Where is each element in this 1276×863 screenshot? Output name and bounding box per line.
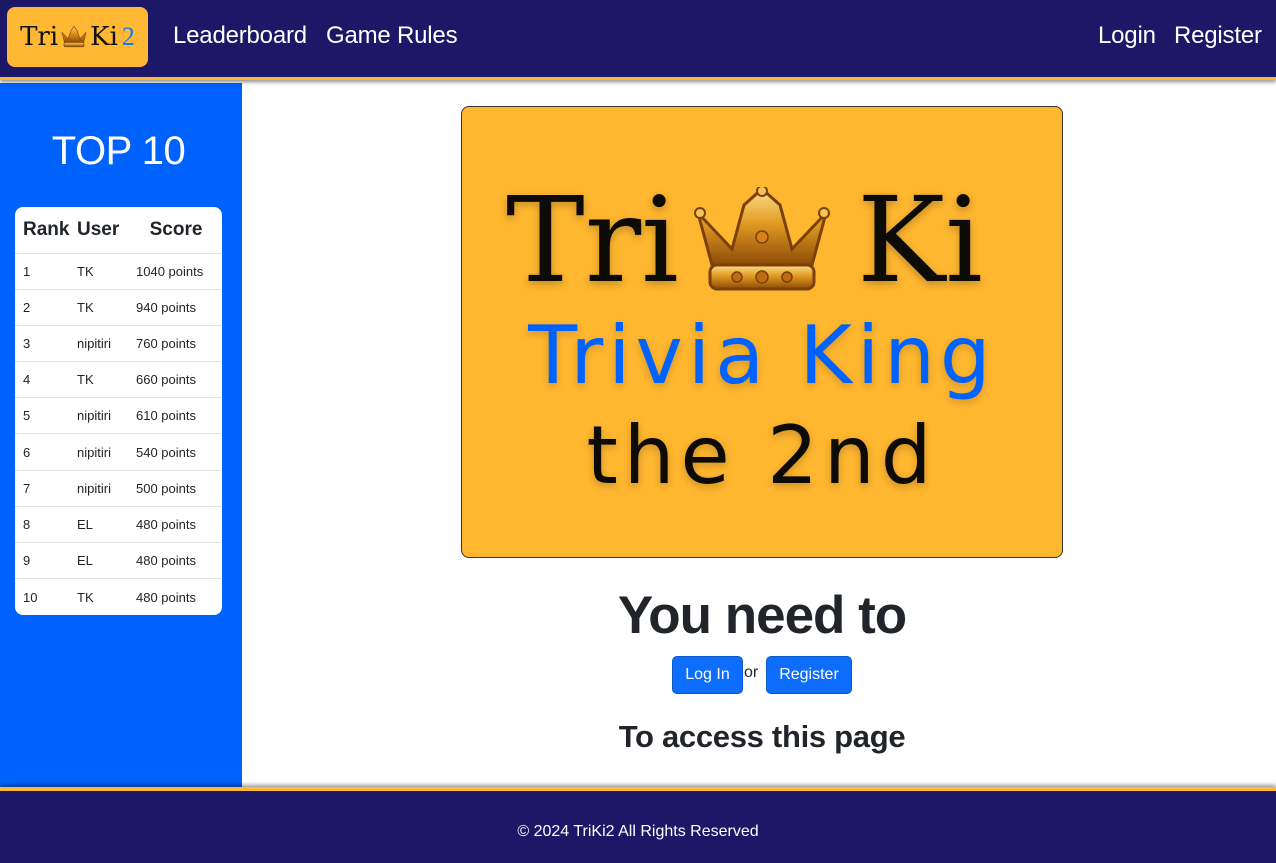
nav-login-link[interactable]: Login	[1098, 22, 1156, 50]
score-cell: 940 points	[136, 289, 222, 326]
rank-cell: 8	[15, 506, 77, 544]
leaderboard-sidebar: TOP 10 Rank User Score 1 TK 1040 points …	[0, 83, 242, 787]
table-row: 8 EL 480 points	[15, 506, 222, 544]
access-subheading: To access this page	[618, 719, 906, 754]
brand-logo: Tri Ki 2	[20, 22, 135, 52]
score-cell: 480 points	[136, 506, 222, 544]
game-logo-banner: Tri Ki Trivia King the 2nd	[461, 106, 1063, 558]
rank-cell: 9	[15, 542, 77, 580]
score-cell: 500 points	[136, 470, 222, 507]
user-cell: nipitiri	[77, 397, 136, 435]
score-cell: 660 points	[136, 361, 222, 399]
table-row: 10 TK 480 points	[15, 579, 222, 615]
sidebar-title: TOP 10	[51, 129, 186, 173]
user-cell: nipitiri	[77, 470, 136, 507]
top10-table: Rank User Score 1 TK 1040 points 2 TK 94…	[15, 207, 222, 615]
register-button[interactable]: Register	[766, 656, 852, 694]
crown-icon	[694, 187, 830, 291]
table-row: 2 TK 940 points	[15, 289, 222, 326]
logo-subtitle: Trivia King	[528, 309, 996, 402]
brand-logo-link[interactable]: Tri Ki 2	[7, 7, 148, 67]
or-text: or	[744, 664, 759, 681]
footer-copyright: © 2024 TriKi2 All Rights Reserved	[517, 823, 759, 840]
table-row: 9 EL 480 points	[15, 542, 222, 580]
rank-cell: 10	[23, 589, 38, 605]
user-cell: TK	[77, 253, 136, 290]
top-navbar: Tri Ki 2 Leaderboard Game Rules Login Re…	[0, 0, 1276, 80]
column-header-rank: Rank	[15, 207, 77, 254]
access-heading: You need to	[617, 586, 907, 645]
score-cell: 480 points	[136, 589, 196, 605]
top10-table-card: Rank User Score 1 TK 1040 points 2 TK 94…	[15, 207, 222, 615]
score-cell: 480 points	[136, 542, 222, 580]
column-header-user: User	[77, 207, 136, 254]
logo-word-tri: Tri	[506, 171, 679, 309]
rank-cell: 6	[15, 433, 77, 471]
brand-text-part3: 2	[121, 22, 135, 51]
column-header-score: Score	[136, 207, 222, 254]
score-cell: 1040 points	[136, 253, 222, 290]
table-row: 3 nipitiri 760 points	[15, 325, 222, 363]
user-cell: EL	[77, 506, 136, 544]
brand-text-part1: Tri	[20, 22, 59, 52]
rank-cell: 1	[15, 253, 77, 290]
user-cell: nipitiri	[77, 433, 136, 471]
rank-cell: 4	[15, 361, 77, 399]
rank-cell: 3	[15, 325, 77, 363]
nav-leaderboard-link[interactable]: Leaderboard	[173, 22, 307, 50]
rank-cell: 2	[15, 289, 77, 326]
score-cell: 540 points	[136, 433, 222, 471]
table-row: 1 TK 1040 points	[15, 253, 222, 290]
page-footer: © 2024 TriKi2 All Rights Reserved	[0, 787, 1276, 863]
table-row: 6 nipitiri 540 points	[15, 433, 222, 471]
logo-word-ki: Ki	[857, 171, 983, 309]
table-row: 4 TK 660 points	[15, 361, 222, 399]
logo-tagline: the 2nd	[586, 409, 938, 502]
rank-cell: 7	[15, 470, 77, 507]
user-cell: nipitiri	[77, 325, 136, 363]
rank-cell: 5	[15, 397, 77, 435]
score-cell: 760 points	[136, 325, 222, 363]
user-cell: TK	[77, 589, 94, 605]
table-row: 5 nipitiri 610 points	[15, 397, 222, 435]
nav-register-link[interactable]: Register	[1174, 22, 1262, 50]
score-cell: 610 points	[136, 397, 222, 435]
table-header-row: Rank User Score	[15, 207, 222, 254]
brand-text-part2: Ki	[90, 22, 118, 52]
user-cell: TK	[77, 289, 136, 326]
user-cell: TK	[77, 361, 136, 399]
nav-game-rules-link[interactable]: Game Rules	[326, 22, 458, 50]
table-row: 7 nipitiri 500 points	[15, 470, 222, 507]
log-in-button[interactable]: Log In	[672, 656, 743, 694]
user-cell: EL	[77, 542, 136, 580]
crown-icon	[61, 26, 87, 48]
